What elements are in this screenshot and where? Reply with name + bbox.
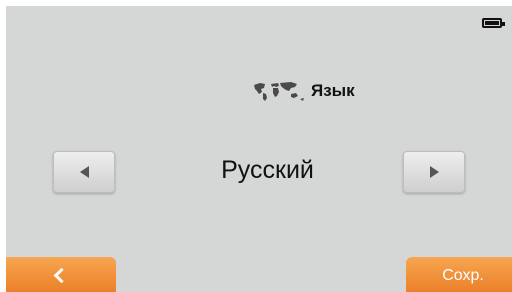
title-row: Язык xyxy=(251,80,355,102)
next-language-button[interactable] xyxy=(403,151,465,193)
save-button[interactable]: Сохр. xyxy=(406,257,512,292)
settings-screen: Язык Русский Сохр. xyxy=(6,6,512,292)
page-title: Язык xyxy=(311,81,355,100)
save-button-label: Сохр. xyxy=(442,267,484,284)
back-button[interactable] xyxy=(6,257,116,292)
battery-icon xyxy=(482,18,505,28)
chevron-left-icon xyxy=(53,267,69,283)
triangle-right-icon xyxy=(429,166,439,178)
world-map-icon xyxy=(254,82,304,101)
current-language-label: Русский xyxy=(221,156,314,184)
previous-language-button[interactable] xyxy=(53,151,115,193)
triangle-left-icon xyxy=(79,166,89,178)
app-frame: Язык Русский Сохр. xyxy=(0,0,512,292)
